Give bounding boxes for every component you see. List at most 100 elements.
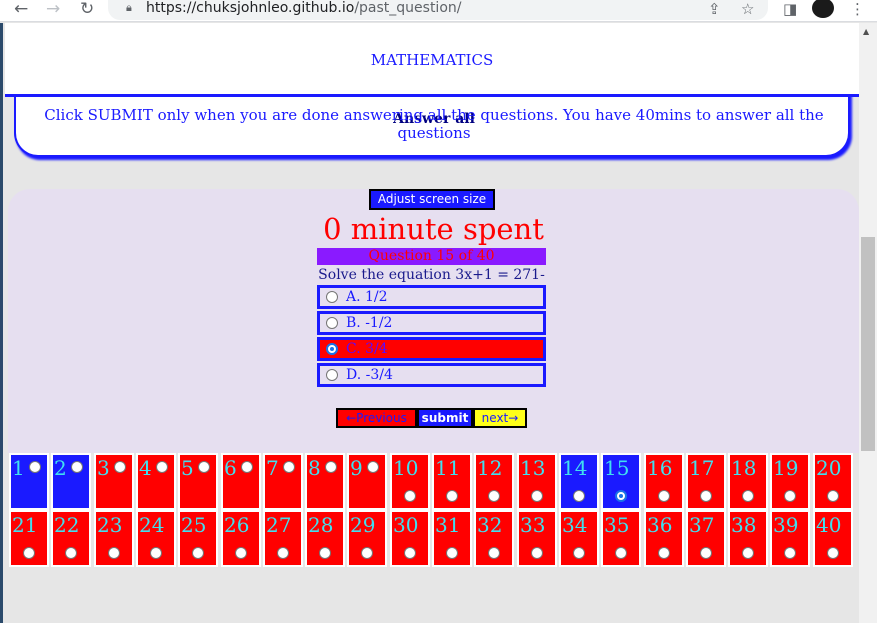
profile-avatar[interactable] (812, 0, 834, 18)
question-nav-cell[interactable]: 37 (686, 510, 726, 567)
question-nav-radio[interactable] (198, 461, 210, 473)
question-nav-radio[interactable] (573, 490, 585, 502)
next-button[interactable]: next→ (473, 408, 527, 428)
adjust-screen-size-button[interactable]: Adjust screen size (369, 189, 495, 210)
kebab-menu-icon[interactable]: ⋮ (850, 0, 865, 18)
question-nav-radio[interactable] (700, 547, 712, 559)
question-nav-cell[interactable]: 3 (94, 453, 134, 510)
question-nav-radio[interactable] (531, 547, 543, 559)
share-icon[interactable]: ⇪ (708, 0, 721, 18)
question-nav-radio[interactable] (573, 547, 585, 559)
question-nav-radio[interactable] (658, 547, 670, 559)
question-nav-radio[interactable] (784, 547, 796, 559)
question-nav-radio[interactable] (71, 461, 83, 473)
question-nav-radio[interactable] (658, 490, 670, 502)
question-nav-radio[interactable] (150, 547, 162, 559)
question-nav-cell[interactable]: 13 (517, 453, 557, 510)
question-nav-cell[interactable]: 7 (263, 453, 303, 510)
question-nav-cell[interactable]: 29 (347, 510, 387, 567)
question-nav-radio[interactable] (531, 490, 543, 502)
question-nav-radio[interactable] (277, 547, 289, 559)
option-a[interactable]: A. 1/2 (317, 285, 546, 309)
question-nav-cell[interactable]: 25 (178, 510, 218, 567)
question-nav-cell[interactable]: 28 (305, 510, 345, 567)
question-nav-radio[interactable] (615, 490, 627, 502)
option-radio[interactable] (326, 369, 338, 381)
scrollbar-thumb[interactable] (861, 237, 875, 451)
question-nav-cell[interactable]: 8 (305, 453, 345, 510)
question-nav-cell[interactable]: 1 (9, 453, 49, 510)
back-arrow-icon[interactable]: ← (14, 0, 28, 18)
question-nav-radio[interactable] (742, 490, 754, 502)
question-nav-cell[interactable]: 12 (474, 453, 514, 510)
option-c[interactable]: C. 3/4 (317, 337, 546, 361)
side-panel-icon[interactable]: ◨ (783, 0, 797, 18)
question-nav-cell[interactable]: 38 (728, 510, 768, 567)
question-nav-radio[interactable] (615, 547, 627, 559)
question-nav-radio[interactable] (325, 461, 337, 473)
question-nav-cell[interactable]: 35 (601, 510, 641, 567)
question-nav-radio[interactable] (361, 547, 373, 559)
question-nav-radio[interactable] (108, 547, 120, 559)
question-nav-radio[interactable] (114, 461, 126, 473)
reload-icon[interactable]: ↻ (80, 0, 94, 18)
question-nav-radio[interactable] (156, 461, 168, 473)
previous-button[interactable]: ←Previous (336, 408, 417, 428)
question-nav-radio[interactable] (827, 490, 839, 502)
question-nav-radio[interactable] (700, 490, 712, 502)
option-radio[interactable] (326, 317, 338, 329)
question-nav-radio[interactable] (29, 461, 41, 473)
question-nav-cell[interactable]: 17 (686, 453, 726, 510)
question-nav-cell[interactable]: 36 (644, 510, 684, 567)
option-radio[interactable] (326, 291, 338, 303)
bookmark-star-icon[interactable]: ☆ (741, 0, 754, 18)
question-nav-cell[interactable]: 39 (770, 510, 810, 567)
option-d[interactable]: D. -3/4 (317, 363, 546, 387)
question-nav-cell[interactable]: 23 (94, 510, 134, 567)
forward-arrow-icon[interactable]: → (46, 0, 60, 18)
question-nav-cell[interactable]: 33 (517, 510, 557, 567)
page-scrollbar[interactable]: ▲ (859, 23, 877, 623)
question-nav-cell[interactable]: 6 (221, 453, 261, 510)
question-nav-cell[interactable]: 15 (601, 453, 641, 510)
question-nav-radio[interactable] (241, 461, 253, 473)
question-nav-radio[interactable] (65, 547, 77, 559)
question-nav-cell[interactable]: 31 (432, 510, 472, 567)
question-nav-radio[interactable] (488, 547, 500, 559)
question-nav-radio[interactable] (827, 547, 839, 559)
question-nav-radio[interactable] (404, 490, 416, 502)
question-nav-cell[interactable]: 34 (559, 510, 599, 567)
question-nav-radio[interactable] (446, 490, 458, 502)
question-nav-radio[interactable] (404, 547, 416, 559)
question-nav-cell[interactable]: 24 (136, 510, 176, 567)
question-nav-cell[interactable]: 16 (644, 453, 684, 510)
question-nav-radio[interactable] (319, 547, 331, 559)
question-nav-cell[interactable]: 5 (178, 453, 218, 510)
question-nav-cell[interactable]: 20 (813, 453, 853, 510)
option-b[interactable]: B. -1/2 (317, 311, 546, 335)
question-nav-cell[interactable]: 10 (390, 453, 430, 510)
question-nav-radio[interactable] (488, 490, 500, 502)
question-nav-radio[interactable] (23, 547, 35, 559)
question-nav-cell[interactable]: 40 (813, 510, 853, 567)
question-nav-cell[interactable]: 26 (221, 510, 261, 567)
question-nav-cell[interactable]: 9 (347, 453, 387, 510)
question-nav-radio[interactable] (192, 547, 204, 559)
question-nav-radio[interactable] (367, 461, 379, 473)
question-nav-cell[interactable]: 19 (770, 453, 810, 510)
question-nav-radio[interactable] (784, 490, 796, 502)
question-nav-radio[interactable] (742, 547, 754, 559)
question-nav-cell[interactable]: 18 (728, 453, 768, 510)
question-nav-cell[interactable]: 11 (432, 453, 472, 510)
lock-icon[interactable]: 🔒︎ (126, 1, 132, 15)
question-nav-cell[interactable]: 2 (51, 453, 91, 510)
question-nav-radio[interactable] (446, 547, 458, 559)
submit-button[interactable]: submit (417, 408, 473, 428)
url-text[interactable]: https://chuksjohnleo.github.io/past_ques… (146, 0, 461, 16)
question-nav-cell[interactable]: 27 (263, 510, 303, 567)
question-nav-radio[interactable] (235, 547, 247, 559)
question-nav-radio[interactable] (283, 461, 295, 473)
question-nav-cell[interactable]: 4 (136, 453, 176, 510)
option-radio[interactable] (326, 343, 338, 355)
question-nav-cell[interactable]: 30 (390, 510, 430, 567)
